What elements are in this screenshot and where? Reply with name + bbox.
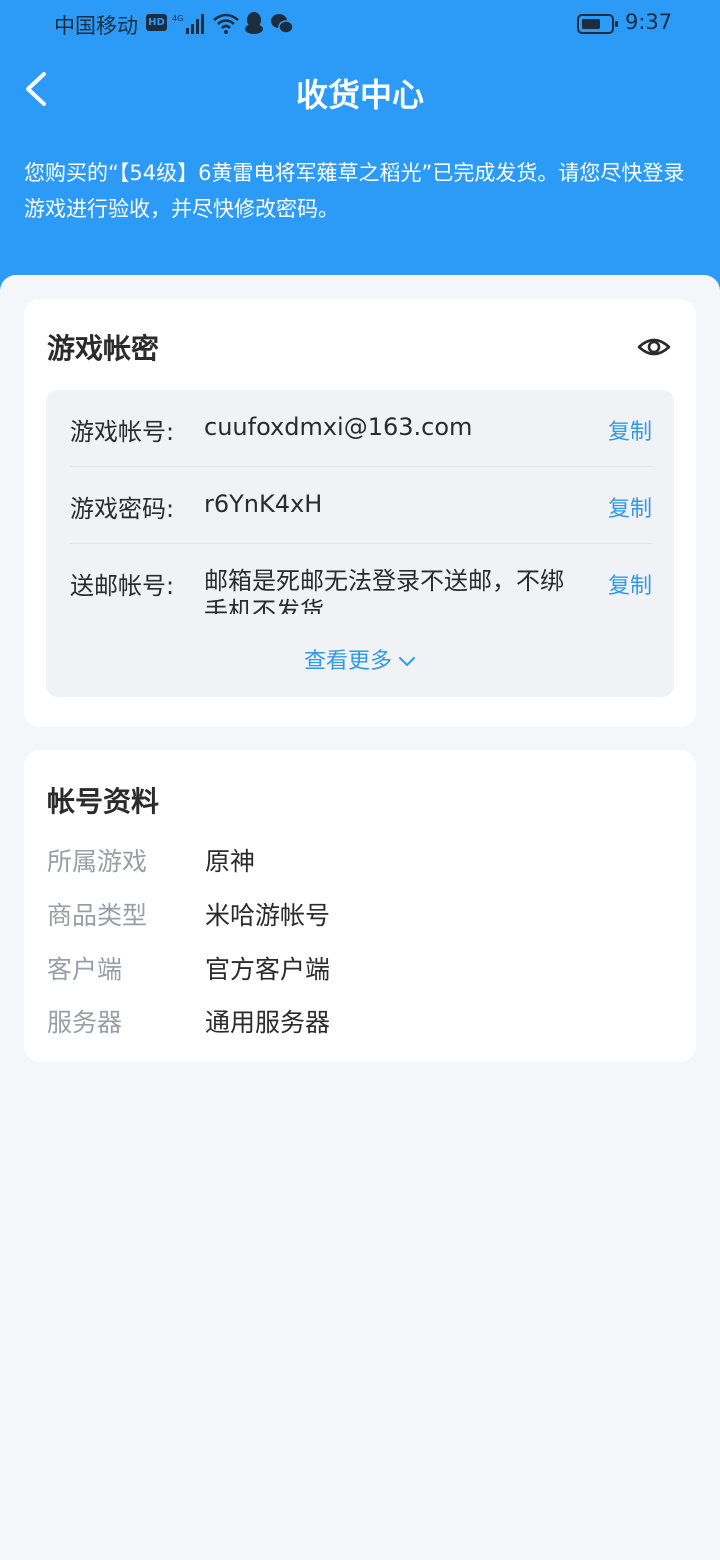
credentials-box: 游戏帐号: cuufoxdmxi@163.com 复制 游戏密码: r6YnK4… bbox=[46, 390, 674, 697]
profile-title: 帐号资料 bbox=[47, 785, 160, 818]
credentials-title: 游戏帐密 bbox=[47, 332, 160, 365]
status-bar: 中国移动 HD 4G 9:37 bbox=[0, 0, 720, 50]
account-profile-card: 帐号资料 所属游戏 原神 商品类型 米哈游帐号 客户端 官方客户端 服务器 通用… bbox=[24, 750, 696, 1062]
profile-row-client: 客户端 官方客户端 bbox=[47, 950, 667, 990]
qq-icon bbox=[243, 11, 265, 39]
svg-text:4G: 4G bbox=[172, 14, 183, 23]
carrier-name: 中国移动 bbox=[54, 14, 138, 38]
chevron-down-icon bbox=[399, 657, 415, 667]
email-account-row: 送邮帐号: 邮箱是死邮无法登录不送邮，不绑手机不发货 复制 bbox=[70, 544, 652, 614]
profile-key: 客户端 bbox=[47, 955, 123, 984]
profile-key: 商品类型 bbox=[47, 901, 148, 930]
toggle-visibility-button[interactable] bbox=[636, 329, 672, 365]
profile-value: 官方客户端 bbox=[205, 955, 331, 984]
show-more-link[interactable]: 查看更多 bbox=[46, 643, 674, 675]
copy-password-button[interactable]: 复制 bbox=[608, 491, 652, 523]
clock: 9:37 bbox=[625, 10, 673, 34]
profile-key: 所属游戏 bbox=[47, 847, 148, 876]
profile-key: 服务器 bbox=[47, 1008, 123, 1037]
email-account-value: 邮箱是死邮无法登录不送邮，不绑手机不发货 bbox=[204, 567, 564, 614]
profile-value: 通用服务器 bbox=[205, 1008, 331, 1037]
account-row: 游戏帐号: cuufoxdmxi@163.com 复制 bbox=[70, 390, 652, 467]
password-label: 游戏密码: bbox=[70, 495, 175, 523]
copy-email-button[interactable]: 复制 bbox=[608, 568, 652, 600]
password-value: r6YnK4xH bbox=[204, 490, 323, 518]
wifi-icon bbox=[212, 12, 240, 40]
account-label: 游戏帐号: bbox=[70, 418, 175, 446]
show-more-label: 查看更多 bbox=[303, 649, 392, 674]
eye-icon bbox=[637, 338, 671, 356]
email-account-label: 送邮帐号: bbox=[70, 572, 175, 600]
credentials-card: 游戏帐密 游戏帐号: cuufoxdmxi@163.com 复制 游戏密码: r… bbox=[24, 299, 696, 727]
signal-icon: 4G bbox=[172, 12, 206, 40]
profile-value: 米哈游帐号 bbox=[205, 901, 331, 930]
profile-value: 原神 bbox=[205, 847, 256, 876]
hd-badge: HD bbox=[146, 14, 167, 31]
page-title: 收货中心 bbox=[295, 76, 424, 114]
battery-icon bbox=[577, 13, 619, 39]
profile-row-type: 商品类型 米哈游帐号 bbox=[47, 896, 667, 936]
password-row: 游戏密码: r6YnK4xH 复制 bbox=[70, 467, 652, 544]
delivery-notice: 您购买的“【54级】6黄雷电将军薙草之稻光”已完成发货。请您尽快登录游戏进行验收… bbox=[24, 161, 685, 221]
wechat-icon bbox=[270, 13, 294, 39]
account-value: cuufoxdmxi@163.com bbox=[204, 413, 473, 441]
copy-account-button[interactable]: 复制 bbox=[608, 414, 652, 446]
profile-row-game: 所属游戏 原神 bbox=[47, 842, 667, 882]
profile-row-server: 服务器 通用服务器 bbox=[47, 1003, 667, 1043]
